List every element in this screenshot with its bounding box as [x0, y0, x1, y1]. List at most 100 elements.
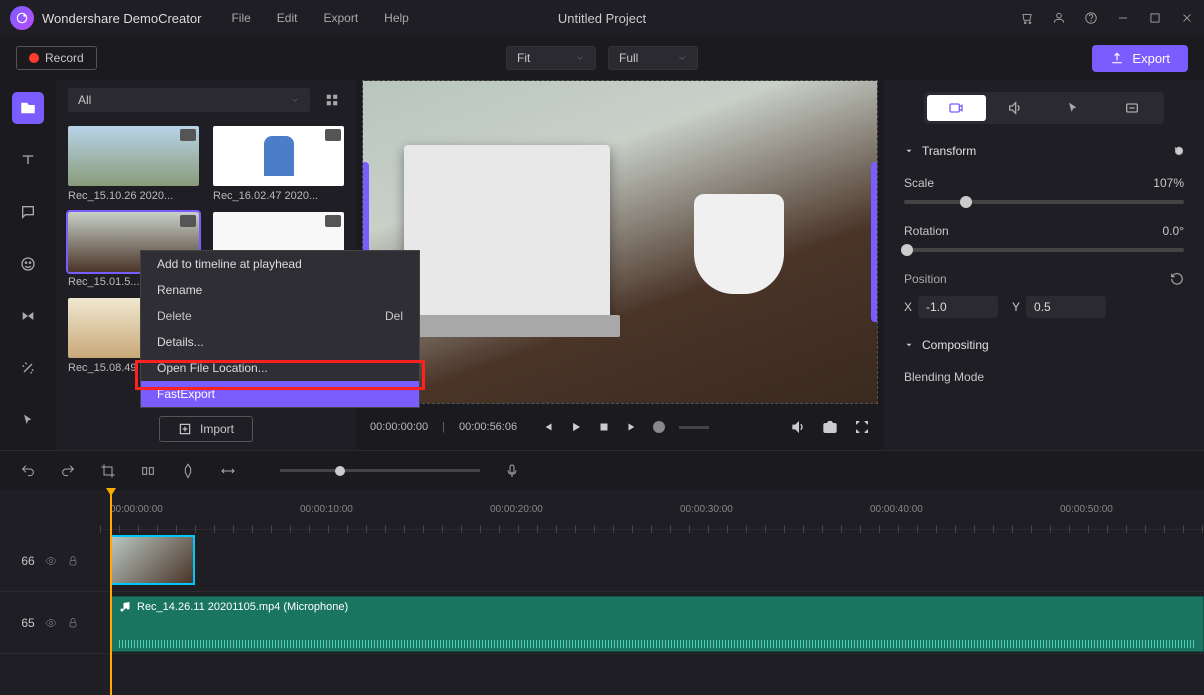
full-select[interactable]: Full [608, 46, 698, 70]
transform-section-header[interactable]: Transform [904, 144, 1184, 158]
zoom-slider[interactable] [679, 426, 709, 429]
menu-file[interactable]: File [231, 11, 250, 25]
audio-clip[interactable]: Rec_14.26.11 20201105.mp4 (Microphone) [110, 596, 1204, 652]
ctx-fast-export[interactable]: FastExport [141, 381, 419, 407]
export-icon [1110, 51, 1124, 65]
scale-value: 107% [1153, 176, 1184, 190]
preview-canvas[interactable] [362, 80, 878, 404]
export-label: Export [1132, 51, 1170, 66]
resize-handle-right[interactable] [871, 162, 878, 322]
menu-edit[interactable]: Edit [277, 11, 298, 25]
timeline-zoom-slider[interactable] [280, 469, 480, 472]
marker-icon[interactable] [180, 463, 196, 479]
thumb-label: Rec_16.02.47 2020... [213, 190, 344, 202]
track-number: 66 [21, 554, 34, 568]
app-name: Wondershare DemoCreator [42, 11, 201, 26]
fit-label: Fit [517, 51, 530, 65]
preview-image [363, 81, 877, 403]
scale-slider[interactable] [904, 200, 1184, 204]
export-button[interactable]: Export [1092, 45, 1188, 72]
rotation-row: Rotation 0.0° [904, 224, 1184, 238]
video-clip[interactable] [110, 535, 195, 585]
fit-select[interactable]: Fit [506, 46, 596, 70]
close-icon[interactable] [1180, 11, 1194, 25]
ctx-details[interactable]: Details... [141, 329, 419, 355]
prev-frame-icon[interactable] [541, 420, 555, 434]
import-button[interactable]: Import [159, 416, 253, 442]
ruler-tick: 00:00:50:00 [1060, 504, 1113, 515]
full-label: Full [619, 51, 638, 65]
fullscreen-icon[interactable] [854, 419, 870, 435]
tab-effects[interactable] [12, 352, 44, 384]
media-thumb[interactable]: Rec_15.10.26 2020... [68, 126, 199, 202]
lock-icon[interactable] [67, 555, 79, 567]
track-head: 66 [0, 530, 100, 591]
tab-transitions[interactable] [12, 300, 44, 332]
tab-stickers[interactable] [12, 248, 44, 280]
next-frame-icon[interactable] [625, 420, 639, 434]
tab-text[interactable] [12, 144, 44, 176]
maximize-icon[interactable] [1148, 11, 1162, 25]
stop-icon[interactable] [597, 420, 611, 434]
compositing-section-header[interactable]: Compositing [904, 338, 1184, 352]
play-icon[interactable] [569, 420, 583, 434]
rotation-slider[interactable] [904, 248, 1184, 252]
fit-width-icon[interactable] [220, 463, 236, 479]
tab-media[interactable] [12, 92, 44, 124]
cart-icon[interactable] [1020, 11, 1034, 25]
record-button[interactable]: Record [16, 46, 97, 70]
mode-audio[interactable] [986, 95, 1045, 121]
reset-icon[interactable] [1174, 146, 1184, 156]
main-menu: File Edit Export Help [231, 11, 408, 25]
context-menu: Add to timeline at playhead Rename Delet… [140, 250, 420, 408]
mode-video[interactable] [927, 95, 986, 121]
track-body[interactable] [100, 530, 1204, 591]
timecode-current: 00:00:00:00 [370, 421, 428, 433]
lock-icon[interactable] [67, 617, 79, 629]
minimize-icon[interactable] [1116, 11, 1130, 25]
volume-icon[interactable] [790, 419, 806, 435]
mode-caption[interactable] [1103, 95, 1162, 121]
blending-label: Blending Mode [904, 370, 984, 384]
tab-captions[interactable] [12, 196, 44, 228]
scale-label: Scale [904, 176, 934, 190]
ctx-delete[interactable]: DeleteDel [141, 303, 419, 329]
timecode-total: 00:00:56:06 [459, 421, 517, 433]
ctx-add-timeline[interactable]: Add to timeline at playhead [141, 251, 419, 277]
reset-icon[interactable] [1170, 272, 1184, 286]
blending-row: Blending Mode [904, 370, 1184, 384]
split-icon[interactable] [140, 463, 156, 479]
visibility-icon[interactable] [45, 617, 57, 629]
visibility-icon[interactable] [45, 555, 57, 567]
chevron-down-icon [904, 340, 914, 350]
rotation-label: Rotation [904, 224, 949, 238]
undo-icon[interactable] [20, 463, 36, 479]
audio-clip-label: Rec_14.26.11 20201105.mp4 (Microphone) [137, 601, 348, 613]
track-body[interactable]: Rec_14.26.11 20201105.mp4 (Microphone) [100, 592, 1204, 653]
grid-view-button[interactable] [320, 88, 344, 112]
record-dot-icon [29, 53, 39, 63]
media-thumb[interactable]: Rec_16.02.47 2020... [213, 126, 344, 202]
chevron-down-icon [575, 53, 585, 63]
import-label: Import [200, 422, 234, 436]
menu-help[interactable]: Help [384, 11, 409, 25]
help-icon[interactable] [1084, 11, 1098, 25]
mic-icon[interactable] [504, 463, 520, 479]
ruler-tick: 00:00:40:00 [870, 504, 923, 515]
timeline-tools [0, 450, 1204, 490]
user-icon[interactable] [1052, 11, 1066, 25]
position-y-input[interactable] [1026, 296, 1106, 318]
playhead[interactable] [110, 490, 112, 695]
video-badge-icon [180, 129, 196, 141]
snapshot-icon[interactable] [822, 419, 838, 435]
mode-cursor[interactable] [1044, 95, 1103, 121]
redo-icon[interactable] [60, 463, 76, 479]
timeline-ruler[interactable]: 00:00:00:00 00:00:10:00 00:00:20:00 00:0… [100, 490, 1204, 530]
crop-icon[interactable] [100, 463, 116, 479]
tab-cursor[interactable] [12, 404, 44, 436]
position-x-input[interactable] [918, 296, 998, 318]
menu-export[interactable]: Export [323, 11, 358, 25]
ctx-rename[interactable]: Rename [141, 277, 419, 303]
media-filter-dropdown[interactable]: All [68, 88, 310, 112]
ctx-open-location[interactable]: Open File Location... [141, 355, 419, 381]
